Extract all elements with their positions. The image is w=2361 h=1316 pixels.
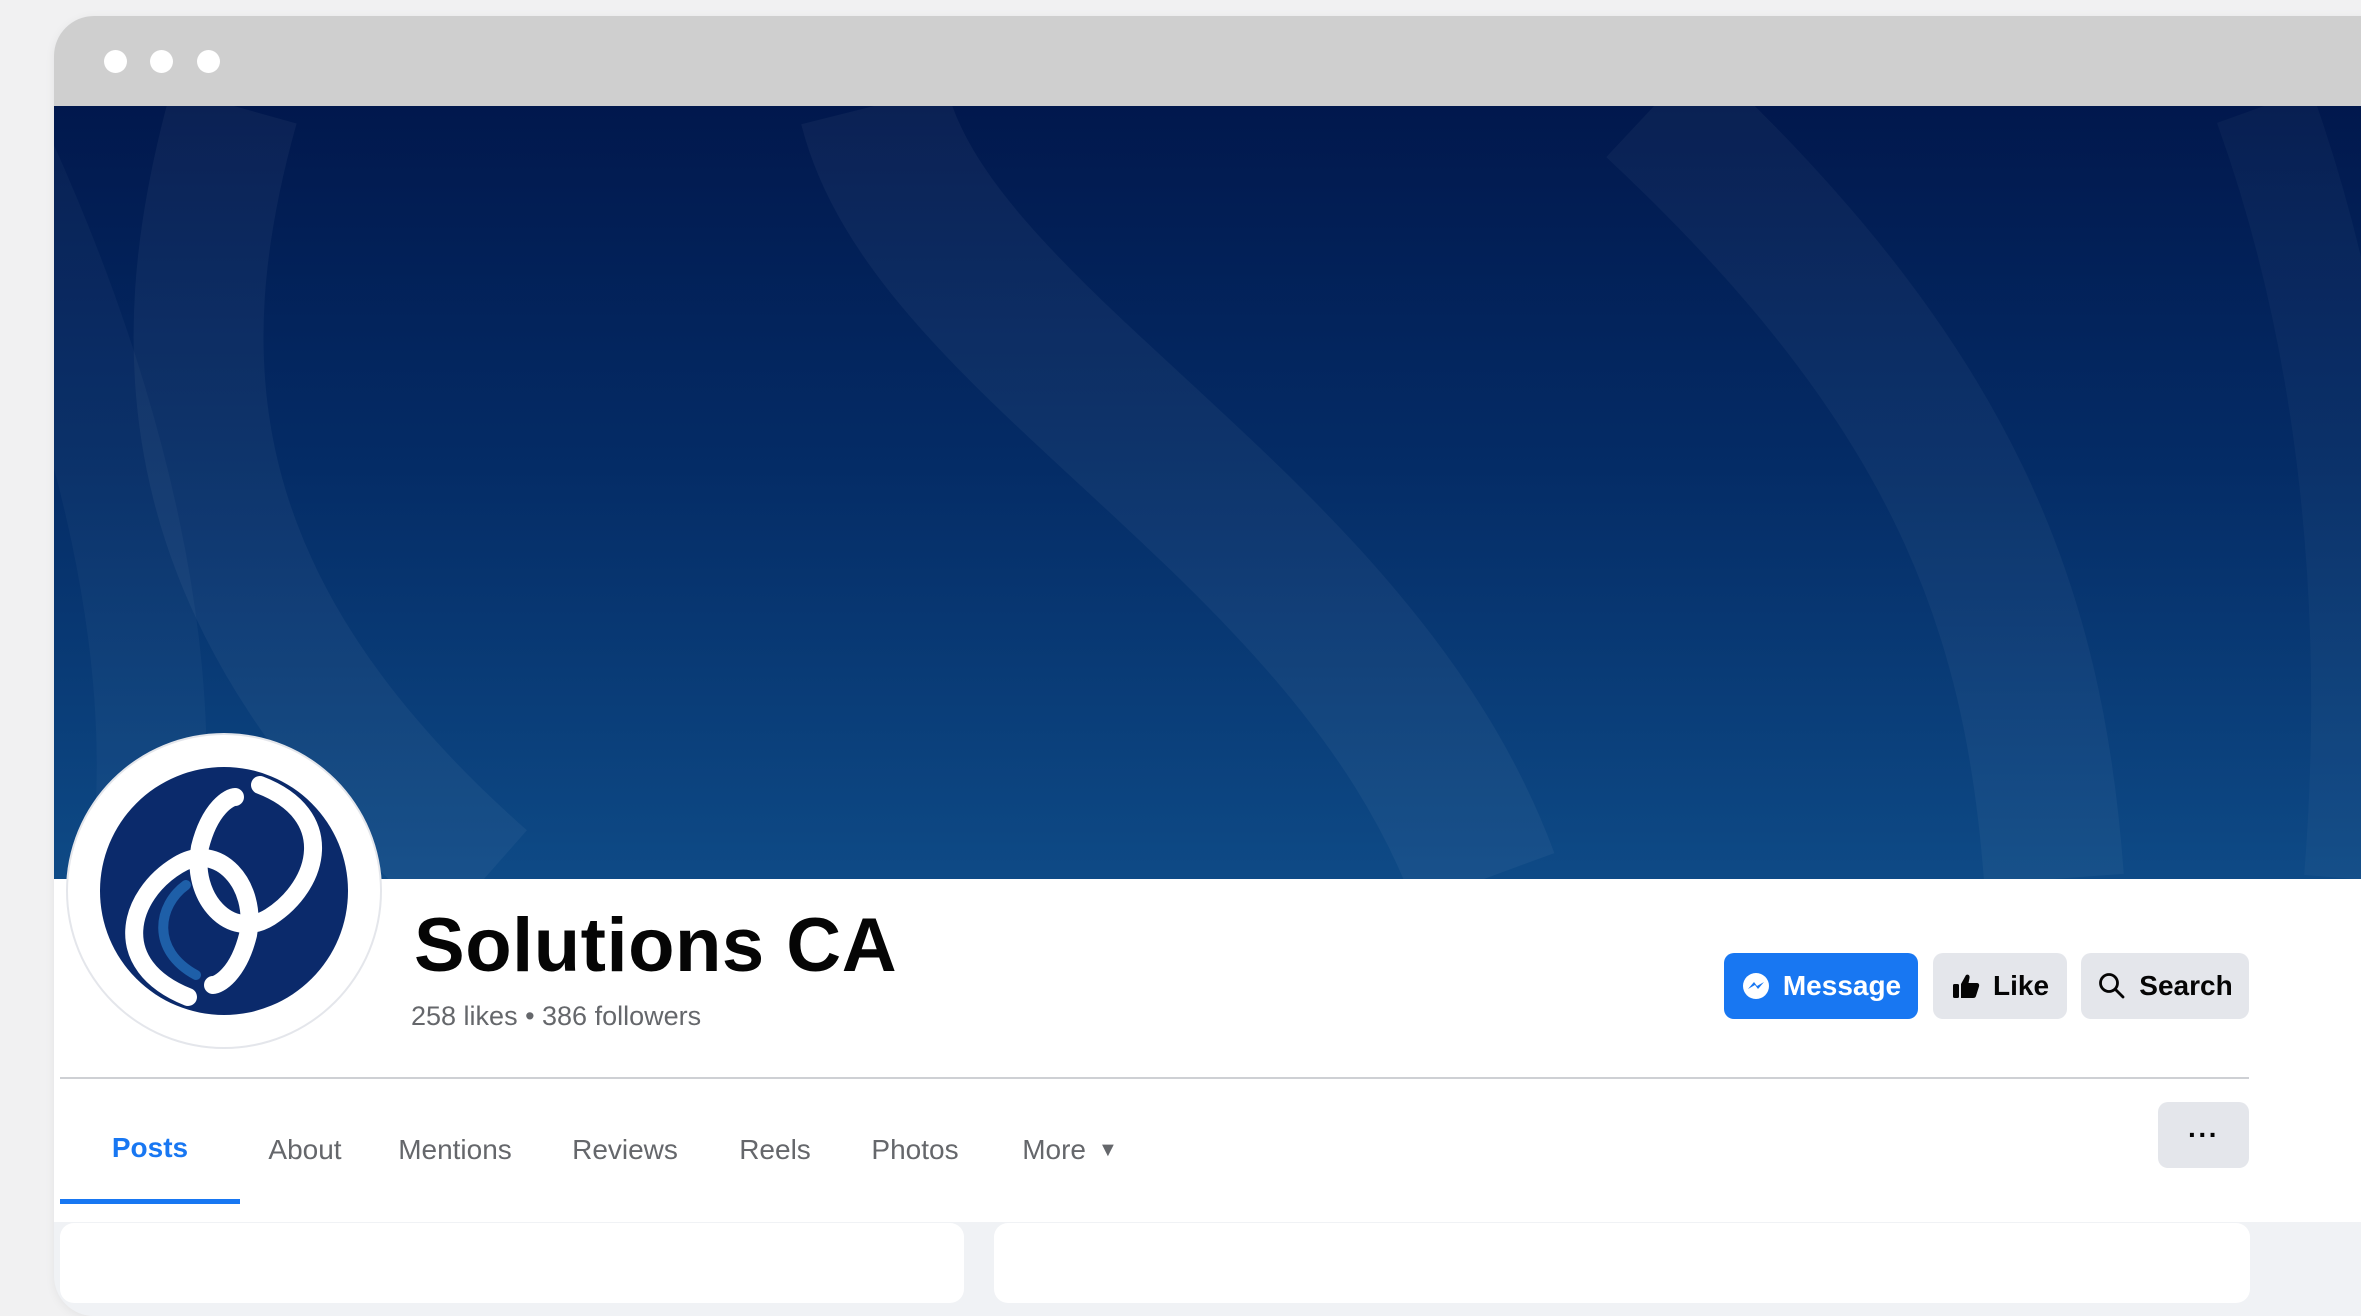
like-button[interactable]: Like <box>1933 953 2067 1019</box>
thumbs-up-icon <box>1951 971 1981 1001</box>
solutions-s-logo-icon <box>74 741 374 1041</box>
window-close-dot[interactable] <box>104 50 127 73</box>
message-button[interactable]: Message <box>1724 953 1918 1019</box>
tab-reels-label: Reels <box>739 1134 811 1165</box>
message-button-label: Message <box>1782 970 1902 1001</box>
page-title: Solutions CA <box>414 903 898 988</box>
tab-more-label: More <box>1022 1134 1086 1165</box>
tab-posts[interactable]: Posts <box>60 1096 240 1204</box>
page-avatar[interactable] <box>68 735 380 1047</box>
search-icon <box>2097 971 2127 1001</box>
page-stats[interactable]: 258 likes • 386 followers <box>411 1001 701 1032</box>
like-button-label: Like <box>1992 970 2050 1001</box>
search-button[interactable]: Search <box>2081 953 2249 1019</box>
tab-posts-label: Posts <box>111 1131 189 1163</box>
tab-reviews-label: Reviews <box>572 1134 678 1165</box>
tab-about[interactable]: About <box>240 1096 370 1204</box>
tab-reels[interactable]: Reels <box>710 1096 840 1204</box>
tab-photos-label: Photos <box>871 1134 959 1165</box>
search-button-label: Search <box>2139 970 2233 1001</box>
tab-photos[interactable]: Photos <box>840 1096 990 1204</box>
tab-reviews[interactable]: Reviews <box>540 1096 710 1204</box>
header-divider <box>60 1077 2249 1079</box>
posts-card <box>994 1223 2250 1303</box>
cover-photo[interactable] <box>54 106 2361 879</box>
tab-mentions-label: Mentions <box>398 1134 512 1165</box>
tab-mentions[interactable]: Mentions <box>370 1096 540 1204</box>
window-minimize-dot[interactable] <box>150 50 173 73</box>
more-options-button[interactable]: ··· <box>2158 1102 2249 1168</box>
messenger-icon <box>1741 971 1771 1001</box>
window-maximize-dot[interactable] <box>197 50 220 73</box>
tab-more[interactable]: More ▼ <box>990 1096 1150 1204</box>
caret-down-icon: ▼ <box>1098 1138 1118 1161</box>
intro-card <box>60 1223 964 1303</box>
window-titlebar <box>54 16 2361 106</box>
tab-about-label: About <box>268 1134 342 1165</box>
